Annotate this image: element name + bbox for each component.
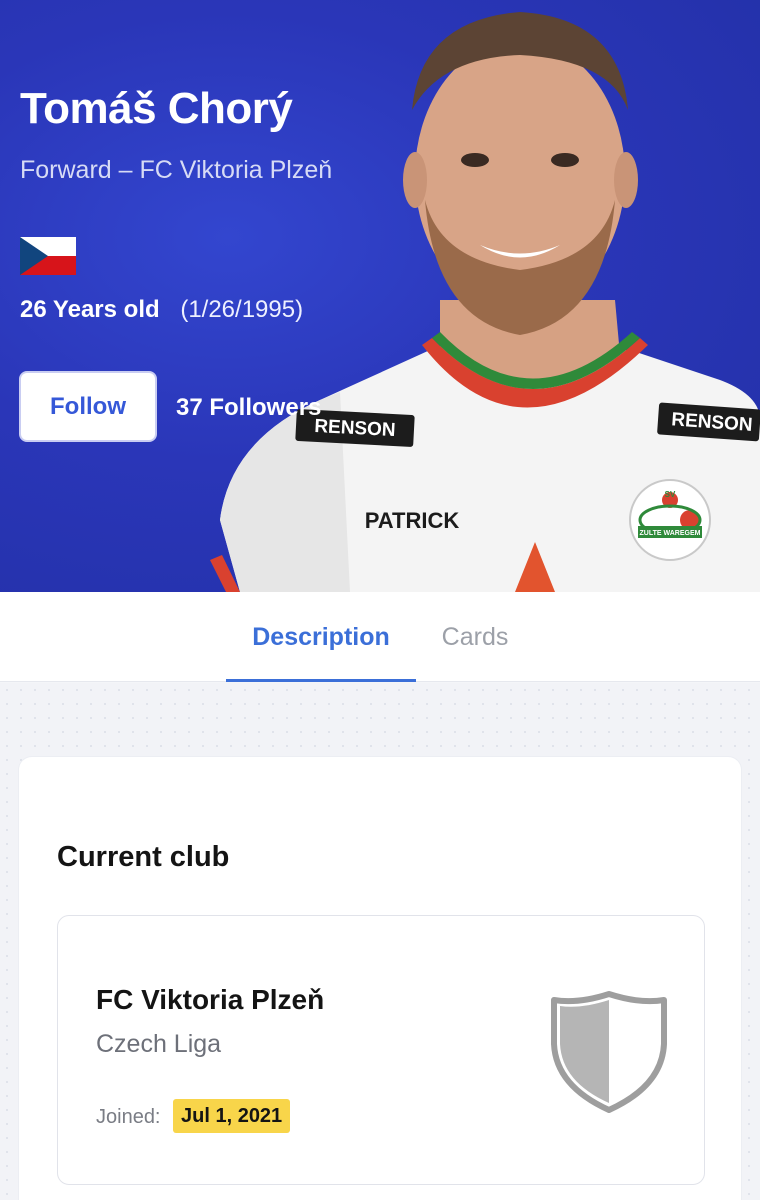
shirt-badge-text: ZULTE WAREGEM (640, 530, 701, 537)
current-club-heading: Current club (57, 841, 230, 873)
joined-label: Joined: (96, 1106, 161, 1128)
player-age: 26 Years old (20, 296, 160, 323)
joined-date-badge: Jul 1, 2021 (173, 1099, 291, 1133)
player-hero: Tomáš Chorý Forward – FC Viktoria Plzeň … (0, 0, 760, 592)
shirt-brand: PATRICK (365, 508, 460, 533)
player-photo: RENSON RENSON PATRICK SV ZULTE WAREGEM (210, 12, 760, 592)
follow-button[interactable]: Follow (19, 371, 157, 442)
club-name: FC Viktoria Plzeň (96, 984, 325, 1015)
profile-tabs: Description Cards (0, 592, 760, 682)
tab-cards[interactable]: Cards (422, 592, 528, 682)
description-card: Current club FC Viktoria Plzeň Czech Lig… (18, 756, 742, 1200)
tab-description[interactable]: Description (226, 592, 416, 682)
shirt-sponsor-left: RENSON (314, 416, 396, 441)
followers-count: 37 Followers (176, 394, 322, 421)
shield-icon (551, 991, 667, 1113)
shirt-badge-top: SV (665, 490, 676, 499)
club-league: Czech Liga (96, 1030, 222, 1058)
czech-flag-icon (20, 237, 76, 275)
current-club-card[interactable]: FC Viktoria Plzeň Czech Liga Joined: Jul… (57, 915, 705, 1185)
